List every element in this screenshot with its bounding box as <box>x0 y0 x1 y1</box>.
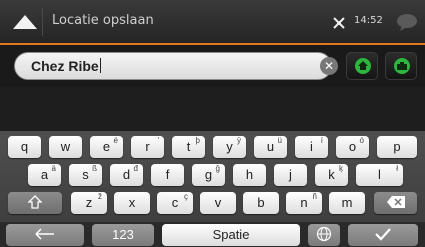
numbers-key[interactable]: 123 <box>92 224 154 246</box>
clock: 14:52 <box>354 15 383 26</box>
key-x[interactable]: x <box>114 192 150 214</box>
key-j[interactable]: j <box>274 164 307 186</box>
home-button[interactable] <box>346 52 378 80</box>
key-c[interactable]: cç <box>157 192 193 214</box>
key-d[interactable]: dđ <box>110 164 143 186</box>
text-caret <box>99 58 101 73</box>
backspace-key[interactable] <box>374 192 417 214</box>
key-g[interactable]: gğ <box>192 164 225 186</box>
work-button[interactable] <box>385 52 417 80</box>
search-row: Chez Ribe ✕ <box>0 45 425 87</box>
search-value: Chez Ribe <box>31 58 101 74</box>
key-r[interactable]: r ' <box>131 136 164 158</box>
key-t[interactable]: tþ <box>172 136 205 158</box>
backspace-icon <box>386 196 405 208</box>
key-y[interactable]: yÿ <box>213 136 246 158</box>
key-u[interactable]: uü <box>254 136 287 158</box>
key-w[interactable]: w <box>49 136 82 158</box>
back-up-icon[interactable] <box>12 12 38 32</box>
search-input[interactable]: Chez Ribe ✕ <box>14 52 338 80</box>
title-bar: Locatie opslaan 14:52 <box>0 0 425 45</box>
key-m[interactable]: m <box>329 192 365 214</box>
back-key[interactable] <box>6 224 84 246</box>
key-o[interactable]: oó <box>336 136 369 158</box>
key-h[interactable]: h <box>233 164 266 186</box>
arrow-left-icon <box>35 228 54 240</box>
space-key[interactable]: Spatie <box>162 224 300 246</box>
key-e[interactable]: eé <box>90 136 123 158</box>
key-b[interactable]: b <box>243 192 279 214</box>
key-i[interactable]: ií <box>295 136 328 158</box>
key-a[interactable]: aä <box>28 164 61 186</box>
page-title: Locatie opslaan <box>52 13 154 28</box>
key-l[interactable]: lł <box>356 164 403 186</box>
key-v[interactable]: v <box>200 192 236 214</box>
clear-icon[interactable]: ✕ <box>320 57 338 75</box>
key-n[interactable]: nñ <box>286 192 322 214</box>
results-area <box>0 87 425 131</box>
briefcase-icon <box>394 58 410 74</box>
key-s[interactable]: sß <box>69 164 102 186</box>
shift-key[interactable] <box>8 192 62 214</box>
key-z[interactable]: zž <box>71 192 107 214</box>
language-key[interactable] <box>308 224 340 246</box>
globe-icon <box>316 226 332 242</box>
shift-icon <box>27 195 43 209</box>
key-q[interactable]: q <box>8 136 41 158</box>
key-p[interactable]: p <box>377 136 417 158</box>
satellite-icon <box>332 15 346 29</box>
done-key[interactable] <box>348 224 418 246</box>
checkmark-icon <box>375 228 391 241</box>
key-f[interactable]: f <box>151 164 184 186</box>
home-icon <box>355 58 371 74</box>
message-icon[interactable] <box>396 12 418 32</box>
keyboard-bottom-row: 123 Spatie <box>0 222 425 247</box>
divider <box>42 8 43 36</box>
key-k[interactable]: kķ <box>315 164 348 186</box>
